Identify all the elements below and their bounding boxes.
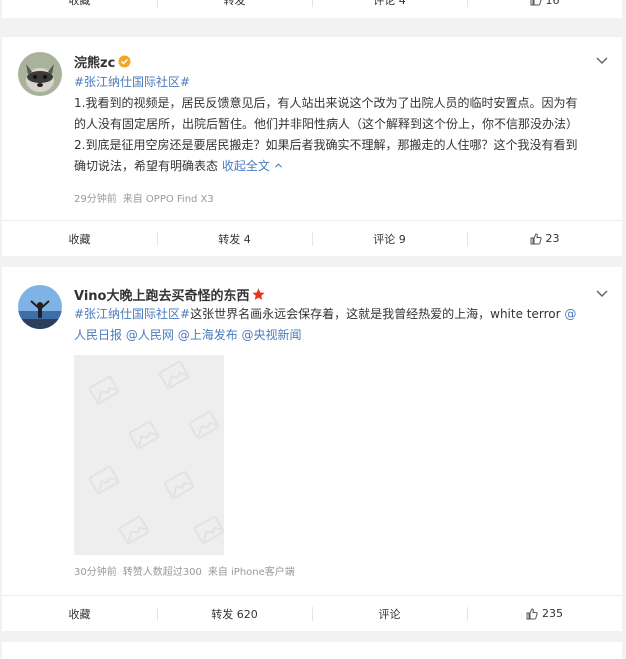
mention-at[interactable]: @ — [564, 307, 576, 321]
mention-renminribao[interactable]: 人民日报 — [74, 328, 122, 342]
thumb-up-icon — [526, 607, 538, 619]
like-button[interactable]: 23 — [467, 221, 622, 256]
fav-button[interactable]: 收藏 — [2, 221, 157, 256]
post-time[interactable]: 30分钟前 — [74, 567, 117, 578]
post-card-1: 浣熊zc #张江纳仕国际社区# 1.我看到的视频是，居民反馈意见后，有人站出来说… — [2, 37, 622, 256]
like-count: 235 — [542, 607, 563, 620]
image-icon — [88, 360, 224, 545]
post-source: 来自 OPPO Find X3 — [122, 194, 214, 205]
thumb-up-icon — [530, 232, 542, 244]
comment-label: 评论 9 — [373, 232, 406, 246]
fav-label: 收藏 — [68, 232, 91, 246]
comment-label: 评论 — [378, 607, 401, 621]
repost-label: 转发 4 — [218, 232, 251, 246]
hashtag-link[interactable]: #张江纳仕国际社区# — [74, 307, 190, 321]
hashtag-link[interactable]: #张江纳仕国际社区# — [74, 75, 190, 89]
verified-badge-icon — [118, 55, 131, 68]
text-line-4: 确切说法，希望有明确表态 — [74, 159, 219, 173]
image-placeholder[interactable] — [74, 355, 224, 555]
post-body: 这张世界名画永远会保存着，这就是我曾经热爱的上海，white terror — [190, 307, 561, 321]
chevron-down-icon[interactable] — [594, 52, 610, 68]
post-source: 来自 iPhone客户端 — [207, 567, 295, 578]
comment-button[interactable]: 评论 — [312, 596, 467, 631]
avatar[interactable] — [18, 52, 62, 96]
mention-renminwang[interactable]: @人民网 — [126, 328, 174, 342]
post-time[interactable]: 29分钟前 — [74, 194, 117, 205]
raccoon-avatar-icon — [18, 52, 62, 96]
like-count: 23 — [545, 232, 560, 245]
mention-cctv[interactable]: @央视新闻 — [242, 328, 302, 342]
collapse-label: 收起全文 — [221, 159, 270, 173]
fav-label: 收藏 — [68, 607, 91, 621]
username[interactable]: Vino大晚上跑去买奇怪的东西 — [74, 285, 265, 304]
text-line-3: 2.到底是征用空房还是要居民搬走？如果后者我确实不理解，那搬走的人住哪？这个我没… — [74, 138, 578, 152]
repost-button[interactable]: 转发 — [157, 0, 312, 18]
like-count: 16 — [545, 0, 560, 7]
previous-post-actions: 收藏 转发 评论 4 16 — [2, 0, 622, 18]
collapse-link[interactable]: 收起全文 — [222, 159, 283, 173]
chevron-up-icon — [274, 163, 282, 168]
comment-button[interactable]: 评论 4 — [312, 0, 467, 18]
thumb-up-icon — [530, 0, 542, 6]
star-badge-icon — [252, 288, 265, 300]
fav-label: 收藏 — [68, 0, 91, 7]
post-actions: 收藏 转发 4 评论 9 23 — [2, 220, 622, 256]
text-line-2: 的人没有固定居所，出院后暂住。他们并非阳性病人（这个解释到这个份上，你不信那没办… — [74, 117, 579, 131]
repost-button[interactable]: 转发 620 — [157, 596, 312, 631]
username-text: Vino大晚上跑去买奇怪的东西 — [74, 289, 250, 304]
repost-label: 转发 — [223, 0, 246, 7]
like-button[interactable]: 235 — [467, 596, 622, 631]
text-line-1: 1.我看到的视频是，居民反馈意见后，有人站出来说这个改为了出院人员的临时安置点。… — [74, 96, 578, 110]
post-text: #张江纳仕国际社区#这张世界名画永远会保存着，这就是我曾经热爱的上海，white… — [74, 304, 604, 346]
next-post-card — [2, 642, 622, 659]
post-actions: 收藏 转发 620 评论 235 — [2, 595, 622, 631]
username-text: 浣熊zc — [74, 56, 116, 71]
fav-button[interactable]: 收藏 — [2, 0, 157, 18]
repost-count-note: 转赞人数超过300 — [122, 567, 202, 578]
repost-button[interactable]: 转发 4 — [157, 221, 312, 256]
post-text: #张江纳仕国际社区# 1.我看到的视频是，居民反馈意见后，有人站出来说这个改为了… — [74, 72, 604, 177]
repost-label: 转发 620 — [211, 607, 258, 621]
chevron-down-icon[interactable] — [594, 285, 610, 301]
username[interactable]: 浣熊zc — [74, 52, 131, 71]
post-card-2: Vino大晚上跑去买奇怪的东西 #张江纳仕国际社区#这张世界名画永远会保存着，这… — [2, 267, 622, 631]
comment-label: 评论 4 — [373, 0, 406, 7]
fav-button[interactable]: 收藏 — [2, 596, 157, 631]
like-button[interactable]: 16 — [467, 0, 622, 18]
mention-shanghaifabu[interactable]: @上海发布 — [178, 328, 238, 342]
avatar[interactable] — [18, 285, 62, 329]
comment-button[interactable]: 评论 9 — [312, 221, 467, 256]
post-meta: 29分钟前 来自 OPPO Find X3 — [74, 190, 214, 205]
post-meta: 30分钟前 转赞人数超过300 来自 iPhone客户端 — [74, 563, 295, 578]
person-lake-avatar-icon — [18, 285, 62, 329]
